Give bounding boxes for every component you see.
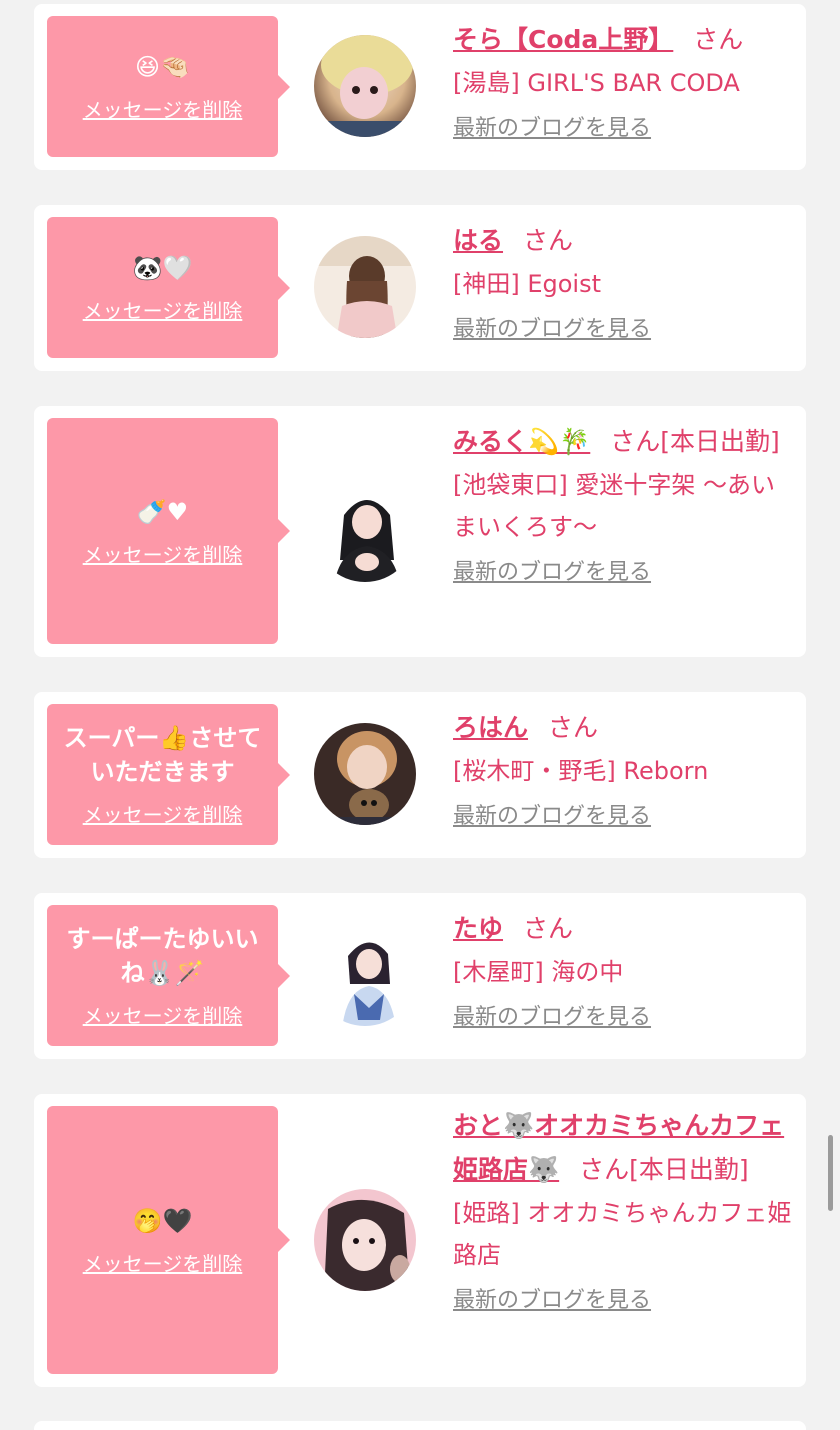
cast-name-line: はる さん [453,219,795,263]
shop-name: [湯島] GIRL'S BAR CODA [453,69,740,97]
delete-message-link[interactable]: メッセージを削除 [83,799,243,828]
cast-name-link[interactable]: はる [453,226,503,255]
message-bubble: 😆🤏🏻 メッセージを削除 [47,16,290,157]
shop-name: [神田] Egoist [453,270,602,298]
cast-card-next [34,1421,806,1430]
cast-info: ろはん さん [桜木町・野毛] Reborn 最新のブログを見る [453,706,795,832]
delete-message-link[interactable]: メッセージを削除 [83,539,243,568]
cast-name-link[interactable]: みるく💫🎋 [453,427,590,456]
honorific: さん [579,1155,630,1184]
message-bubble: すーぱーたゆいいね🐰🪄 メッセージを削除 [47,905,290,1046]
cast-name-line: みるく💫🎋 さん[本日出勤] [453,420,795,464]
latest-blog-link[interactable]: 最新のブログを見る [453,558,651,588]
avatar[interactable] [312,33,418,139]
shop-name: [姫路] オオカミちゃんカフェ姫路店 [453,1199,792,1269]
favorites-message-list: 😆🤏🏻 メッセージを削除 そら【Coda上野】 さん [湯島] GIRL'S BA… [0,0,840,1430]
avatar[interactable] [312,234,418,340]
shop-name: [桜木町・野毛] Reborn [453,757,709,785]
scrollbar[interactable] [828,1135,833,1211]
cast-card: スーパー👍させていただきます メッセージを削除 ろはん さん [桜木町・野毛] R… [34,692,806,858]
honorific: さん [548,713,599,742]
message-text: スーパー👍させていただきます [63,724,262,786]
avatar-photo [314,924,416,1026]
latest-blog-link[interactable]: 最新のブログを見る [453,802,651,832]
cast-info: たゆ さん [木屋町] 海の中 最新のブログを見る [453,907,795,1033]
latest-blog-link[interactable]: 最新のブログを見る [453,315,651,345]
cast-card: 🤭🖤 メッセージを削除 おと🐺オオカミちゃんカフェ姫路店🐺 さん[本日出勤] [姫… [34,1094,806,1387]
attendance-badge: [本日出勤] [660,427,780,456]
shop-name: [池袋東口] 愛迷十字架 〜あいまいくろす〜 [453,471,775,541]
cast-name-link[interactable]: たゆ [453,914,503,943]
message-bubble: 🍼♥ メッセージを削除 [47,418,290,644]
cast-info: みるく💫🎋 さん[本日出勤] [池袋東口] 愛迷十字架 〜あいまいくろす〜 最新の… [453,420,795,588]
avatar-photo [314,723,416,825]
delete-message-link[interactable]: メッセージを削除 [83,295,243,324]
shop-name: [木屋町] 海の中 [453,958,624,986]
cast-info: そら【Coda上野】 さん [湯島] GIRL'S BAR CODA 最新のブログ… [453,18,795,144]
avatar-photo [314,236,416,338]
avatar[interactable] [312,478,418,584]
honorific: さん [610,427,661,456]
avatar[interactable] [312,1187,418,1293]
honorific: さん [523,226,574,255]
cast-card: すーぱーたゆいいね🐰🪄 メッセージを削除 たゆ さん [木屋町] 海の中 最新のブ… [34,893,806,1059]
message-text: 🤭🖤 [132,1206,193,1235]
delete-message-link[interactable]: メッセージを削除 [83,94,243,123]
cast-info: はる さん [神田] Egoist 最新のブログを見る [453,219,795,345]
message-text: 🐼🤍 [132,254,193,282]
cast-name-link[interactable]: そら【Coda上野】 [453,25,673,54]
honorific: さん [523,914,574,943]
attendance-badge: [本日出勤] [629,1155,749,1184]
cast-card: 🍼♥ メッセージを削除 みるく💫🎋 さん[本日出勤] [池袋東口] 愛迷十字架 〜… [34,406,806,657]
cast-name-line: そら【Coda上野】 さん [453,18,795,62]
cast-card: 🐼🤍 メッセージを削除 はる さん [神田] Egoist 最新のブログを見る [34,205,806,371]
message-text: 😆🤏🏻 [135,53,190,81]
cast-card: 😆🤏🏻 メッセージを削除 そら【Coda上野】 さん [湯島] GIRL'S BA… [34,4,806,170]
avatar-photo [314,35,416,137]
cast-name-line: ろはん さん [453,706,795,750]
message-bubble: 🤭🖤 メッセージを削除 [47,1106,290,1374]
honorific: さん [693,25,744,54]
latest-blog-link[interactable]: 最新のブログを見る [453,1003,651,1033]
message-text: 🍼♥ [136,497,189,526]
avatar[interactable] [312,721,418,827]
cast-info: おと🐺オオカミちゃんカフェ姫路店🐺 さん[本日出勤] [姫路] オオカミちゃんカフ… [453,1104,795,1316]
avatar-photo [314,480,416,582]
cast-name-link[interactable]: ろはん [453,713,528,742]
latest-blog-link[interactable]: 最新のブログを見る [453,114,651,144]
latest-blog-link[interactable]: 最新のブログを見る [453,1286,651,1316]
cast-name-line: たゆ さん [453,907,795,951]
delete-message-link[interactable]: メッセージを削除 [83,1000,243,1029]
message-bubble: スーパー👍させていただきます メッセージを削除 [47,704,290,845]
avatar-photo [314,1189,416,1291]
avatar[interactable] [312,922,418,1028]
message-text: すーぱーたゆいいね🐰🪄 [66,925,259,987]
delete-message-link[interactable]: メッセージを削除 [83,1248,243,1277]
cast-name-line: おと🐺オオカミちゃんカフェ姫路店🐺 さん[本日出勤] [453,1104,795,1192]
message-bubble: 🐼🤍 メッセージを削除 [47,217,290,358]
